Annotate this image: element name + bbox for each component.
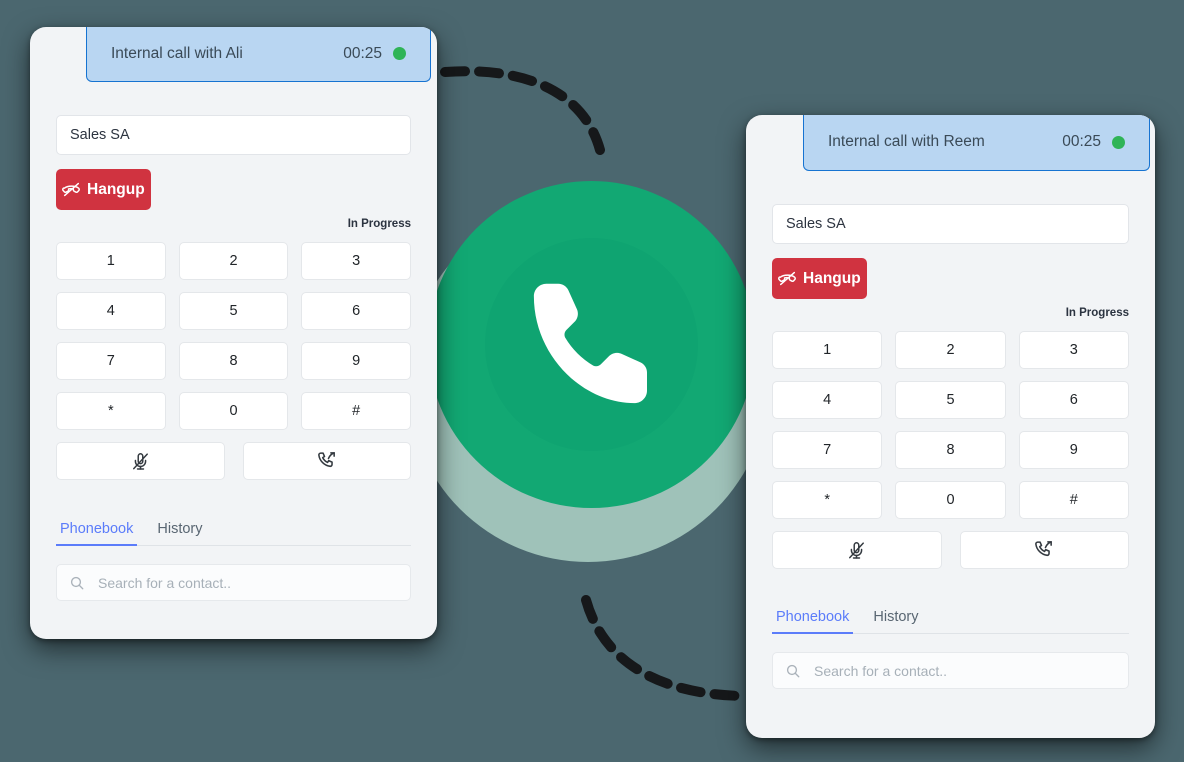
dialpad-key[interactable]: 5 bbox=[178, 292, 289, 330]
dialpad-key[interactable]: # bbox=[1018, 481, 1129, 519]
dialpad-key[interactable]: * bbox=[772, 481, 883, 519]
contact-search-box[interactable] bbox=[772, 652, 1129, 689]
status-dot-online-icon bbox=[393, 47, 406, 60]
tab-history[interactable]: History bbox=[869, 605, 922, 634]
tab-history[interactable]: History bbox=[153, 517, 206, 546]
call-actions bbox=[772, 531, 1129, 569]
contact-search-box[interactable] bbox=[56, 564, 411, 601]
contact-search-input[interactable] bbox=[812, 661, 1116, 680]
dialpad-key[interactable]: 1 bbox=[772, 331, 883, 369]
phone-hangup-icon bbox=[778, 269, 797, 288]
active-call-banner[interactable]: Internal call with Reem 00:25 bbox=[803, 115, 1150, 171]
dialpad-key[interactable]: 2 bbox=[178, 242, 289, 280]
dialpad-key[interactable]: 9 bbox=[301, 342, 411, 380]
search-icon bbox=[785, 663, 801, 679]
dashed-arc-bottom bbox=[581, 595, 750, 701]
tab-phonebook[interactable]: Phonebook bbox=[772, 605, 854, 634]
dialpad-key[interactable]: 6 bbox=[301, 292, 411, 330]
phone-hangup-icon bbox=[62, 180, 81, 199]
status-dot-online-icon bbox=[1112, 135, 1125, 149]
dialpad-key[interactable]: 7 bbox=[56, 342, 166, 380]
hangup-label: Hangup bbox=[803, 269, 861, 287]
dialpad: 1 2 3 4 5 6 7 8 9 * 0 # bbox=[772, 331, 1129, 519]
dialpad: 1 2 3 4 5 6 7 8 9 * 0 # bbox=[56, 242, 411, 430]
hangup-label: Hangup bbox=[87, 180, 145, 198]
dialed-number-field[interactable]: Sales SA bbox=[56, 115, 411, 155]
panel-content-right: Internal call with Reem 00:25 Sales SA H… bbox=[746, 115, 1155, 738]
dashed-arc-top bbox=[440, 66, 605, 155]
dialpad-key[interactable]: 0 bbox=[178, 392, 289, 430]
call-banner-right: 00:25 bbox=[343, 45, 406, 63]
dialpad-key[interactable]: # bbox=[301, 392, 411, 430]
dialpad-key[interactable]: 8 bbox=[895, 431, 1006, 469]
screenshot-canvas: Internal call with Ali 00:25 Sales SA Ha… bbox=[0, 0, 1184, 762]
call-actions bbox=[56, 442, 411, 480]
call-banner-title: Internal call with Reem bbox=[828, 133, 985, 150]
phone-transfer-icon bbox=[1033, 539, 1055, 561]
search-icon bbox=[69, 575, 85, 591]
dialpad-key[interactable]: * bbox=[56, 392, 166, 430]
dialpad-key[interactable]: 4 bbox=[772, 381, 883, 419]
transfer-button[interactable] bbox=[959, 531, 1129, 569]
microphone-muted-icon bbox=[130, 451, 151, 472]
active-call-banner[interactable]: Internal call with Ali 00:25 bbox=[86, 27, 431, 82]
dialpad-key[interactable]: 1 bbox=[56, 242, 166, 280]
dialed-number-value: Sales SA bbox=[786, 216, 846, 232]
contact-search-input[interactable] bbox=[96, 573, 398, 592]
call-status-text: In Progress bbox=[347, 218, 411, 230]
center-phone-circle bbox=[428, 181, 755, 508]
contacts-tabs: Phonebook History bbox=[56, 517, 411, 546]
dialpad-key[interactable]: 5 bbox=[895, 381, 1006, 419]
microphone-muted-icon bbox=[846, 540, 867, 561]
contacts-tabs: Phonebook History bbox=[772, 605, 1129, 634]
call-banner-title: Internal call with Ali bbox=[111, 44, 243, 62]
dialed-number-value: Sales SA bbox=[70, 127, 130, 143]
call-timer: 00:25 bbox=[1062, 133, 1101, 150]
hangup-button[interactable]: Hangup bbox=[772, 258, 867, 299]
phone-handset-icon bbox=[517, 270, 667, 420]
call-timer: 00:25 bbox=[343, 44, 382, 62]
dialpad-key[interactable]: 0 bbox=[895, 481, 1006, 519]
dialpad-key[interactable]: 4 bbox=[56, 292, 166, 330]
tab-phonebook[interactable]: Phonebook bbox=[56, 517, 138, 546]
dialed-number-field[interactable]: Sales SA bbox=[772, 204, 1129, 244]
mute-button[interactable] bbox=[56, 442, 225, 480]
softphone-panel-right: Internal call with Reem 00:25 Sales SA H… bbox=[746, 115, 1155, 738]
dialpad-key[interactable]: 9 bbox=[1018, 431, 1129, 469]
transfer-button[interactable] bbox=[242, 442, 411, 480]
dialpad-key[interactable]: 6 bbox=[1018, 381, 1129, 419]
call-banner-wrap-right: Internal call with Reem 00:25 bbox=[772, 115, 1150, 176]
phone-transfer-icon bbox=[316, 450, 338, 472]
dialpad-key[interactable]: 2 bbox=[895, 331, 1006, 369]
dialpad-key[interactable]: 3 bbox=[1018, 331, 1129, 369]
panel-content-left: Internal call with Ali 00:25 Sales SA Ha… bbox=[30, 27, 437, 639]
softphone-panel-left: Internal call with Ali 00:25 Sales SA Ha… bbox=[30, 27, 437, 639]
dialpad-key[interactable]: 7 bbox=[772, 431, 883, 469]
call-status-text: In Progress bbox=[1065, 307, 1129, 319]
dialpad-key[interactable]: 3 bbox=[301, 242, 411, 280]
call-banner-right: 00:25 bbox=[1062, 133, 1125, 151]
call-banner-wrap-left: Internal call with Ali 00:25 bbox=[56, 27, 431, 87]
dialpad-key[interactable]: 8 bbox=[178, 342, 289, 380]
hangup-button[interactable]: Hangup bbox=[56, 169, 151, 210]
mute-button[interactable] bbox=[772, 531, 942, 569]
